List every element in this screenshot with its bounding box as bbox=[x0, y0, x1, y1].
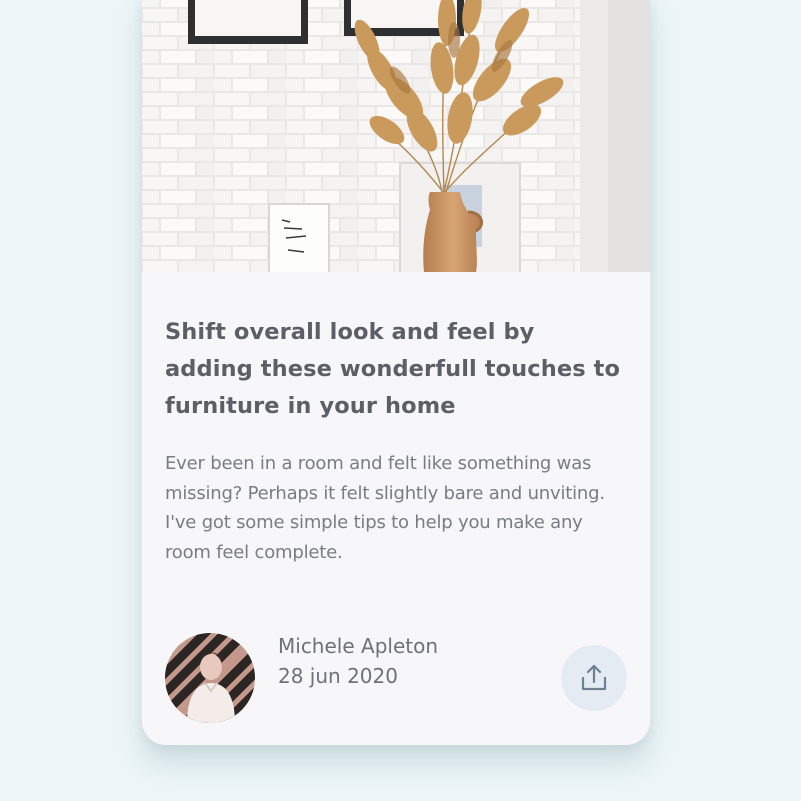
author-name[interactable]: Michele Apleton bbox=[278, 633, 438, 659]
avatar-icon bbox=[165, 633, 255, 723]
article-excerpt: Ever been in a room and felt like someth… bbox=[165, 453, 605, 563]
article-content: Shift overall look and feel by adding th… bbox=[165, 314, 627, 567]
author-info: Michele Apleton 28 jun 2020 bbox=[165, 633, 630, 725]
hero-image bbox=[142, 0, 650, 272]
avatar[interactable] bbox=[165, 633, 255, 723]
decor-image bbox=[142, 0, 650, 272]
share-button[interactable] bbox=[561, 645, 627, 711]
article-card: Shift overall look and feel by adding th… bbox=[142, 0, 650, 745]
share-icon bbox=[581, 664, 607, 691]
article-title[interactable]: Shift overall look and feel by adding th… bbox=[165, 314, 627, 425]
publish-date: 28 jun 2020 bbox=[278, 664, 398, 688]
